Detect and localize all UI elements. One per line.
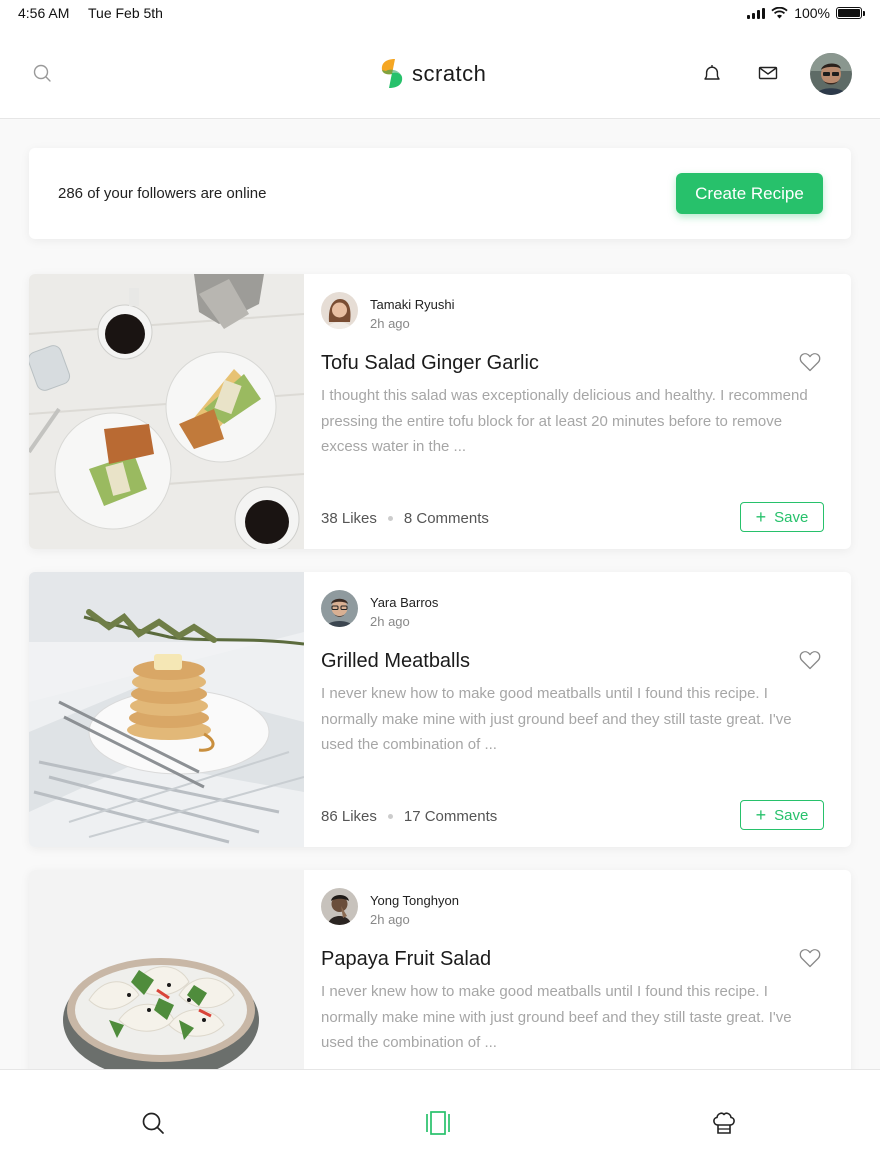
author-avatar[interactable] [321,292,358,329]
author-avatar[interactable] [321,590,358,627]
followers-online-text: 286 of your followers are online [58,185,267,202]
recipe-title[interactable]: Tofu Salad Ginger Garlic [321,352,539,375]
author-name[interactable]: Yara Barros [370,595,438,610]
separator-dot [387,516,393,521]
recipe-card[interactable]: Tamaki Ryushi 2h ago Tofu Salad Ginger G… [29,274,851,549]
save-label: Save [774,806,809,824]
app-logo[interactable]: scratch [380,58,486,89]
app-header: scratch [0,28,880,119]
app-name: scratch [412,60,487,86]
search-icon [142,1112,164,1134]
likes-count[interactable]: 38 Likes [321,510,377,527]
signal-icon [747,7,766,19]
heart-icon[interactable] [799,650,821,670]
recipe-photo[interactable] [29,572,304,847]
author-name[interactable]: Tamaki Ryushi [370,297,455,312]
plus-icon: + [755,507,767,527]
plus-icon: + [755,805,767,825]
feed-icon [426,1111,450,1135]
save-button[interactable]: + Save [740,502,824,532]
create-recipe-button[interactable]: Create Recipe [676,173,823,214]
status-bar: 4:56 AM Tue Feb 5th 100% [0,0,880,28]
recipe-stats: 86 Likes 17 Comments [321,808,497,825]
followers-banner: 286 of your followers are online Create … [29,148,851,239]
bell-icon[interactable] [700,61,724,85]
post-time: 2h ago [370,912,410,927]
heart-icon[interactable] [799,352,821,372]
status-right: 100% [747,5,865,21]
separator-dot [387,814,393,819]
comments-count[interactable]: 8 Comments [404,510,489,527]
wifi-icon [771,7,788,19]
recipe-description: I thought this salad was exceptionally d… [321,387,808,455]
search-icon[interactable] [30,61,54,85]
status-date: Tue Feb 5th [88,5,163,21]
recipe-card[interactable]: Yara Barros 2h ago Grilled Meatballs I n… [29,572,851,847]
save-label: Save [774,508,809,526]
tab-chef[interactable] [711,1110,737,1136]
heart-icon[interactable] [799,948,821,968]
scratch-logo-icon [381,59,403,88]
post-time: 2h ago [370,316,410,331]
status-time: 4:56 AM [18,5,70,21]
recipe-photo[interactable] [29,274,304,549]
tab-search[interactable] [140,1110,166,1136]
recipe-title[interactable]: Papaya Fruit Salad [321,948,491,971]
author-name[interactable]: Yong Tonghyon [370,893,459,908]
save-button[interactable]: + Save [740,800,824,830]
user-avatar[interactable] [810,53,852,95]
recipe-description: I never knew how to make good meatballs … [321,983,792,1051]
battery-percent: 100% [794,5,830,21]
recipe-description: I never knew how to make good meatballs … [321,685,792,753]
battery-icon [836,7,865,19]
tab-feed[interactable] [425,1110,451,1136]
mail-icon[interactable] [756,61,780,85]
post-time: 2h ago [370,614,410,629]
recipe-stats: 38 Likes 8 Comments [321,510,489,527]
author-avatar[interactable] [321,888,358,925]
chef-hat-icon [713,1112,735,1134]
bottom-tab-bar [0,1069,880,1173]
likes-count[interactable]: 86 Likes [321,808,377,825]
comments-count[interactable]: 17 Comments [404,808,497,825]
recipe-title[interactable]: Grilled Meatballs [321,650,470,673]
